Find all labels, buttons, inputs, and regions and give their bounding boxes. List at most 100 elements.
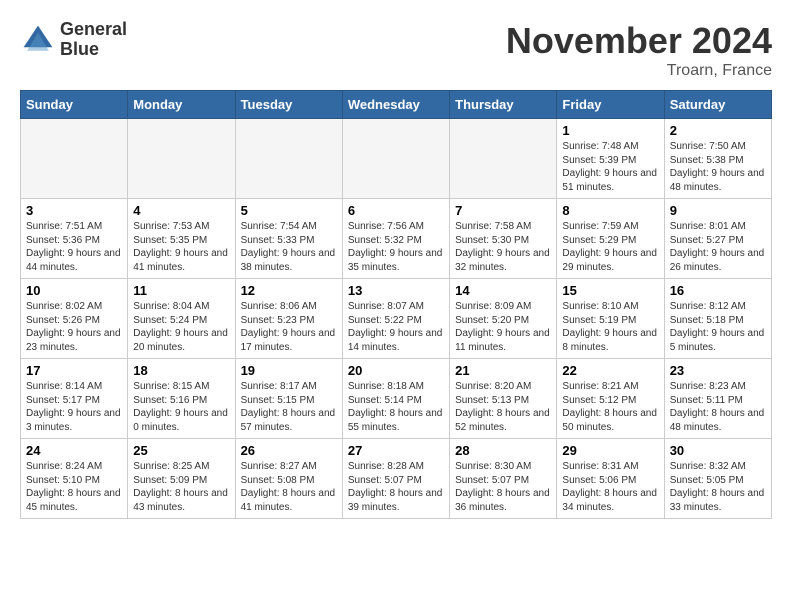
day-number: 15 — [562, 283, 658, 298]
day-number: 16 — [670, 283, 766, 298]
sunset: Sunset: 5:05 PM — [670, 475, 744, 486]
calendar-week-row: 10 Sunrise: 8:02 AM Sunset: 5:26 PM Dayligh… — [21, 279, 772, 359]
sunset: Sunset: 5:30 PM — [455, 235, 529, 246]
month-title: November 2024 — [506, 20, 772, 62]
daylight: Daylight: 9 hours and 23 minutes. — [26, 328, 121, 353]
weekday-header-sunday: Sunday — [21, 91, 128, 119]
day-info: Sunrise: 7:48 AMSunset: 5:39 PMDaylight:… — [562, 140, 658, 194]
daylight: Daylight: 9 hours and 38 minutes. — [241, 248, 336, 273]
day-info: Sunrise: 8:15 AMSunset: 5:16 PMDaylight:… — [133, 380, 229, 434]
day-number: 7 — [455, 203, 551, 218]
sunrise: Sunrise: 8:31 AM — [562, 461, 638, 472]
weekday-header-thursday: Thursday — [450, 91, 557, 119]
day-info: Sunrise: 7:56 AMSunset: 5:32 PMDaylight:… — [348, 220, 444, 274]
daylight: Daylight: 9 hours and 0 minutes. — [133, 408, 228, 433]
calendar-cell: 17 Sunrise: 8:14 AM Sunset: 5:17 PM Dayligh… — [21, 359, 128, 439]
daylight: Daylight: 8 hours and 50 minutes. — [562, 408, 657, 433]
daylight: Daylight: 9 hours and 11 minutes. — [455, 328, 550, 353]
sunset: Sunset: 5:20 PM — [455, 315, 529, 326]
day-number: 18 — [133, 363, 229, 378]
day-info: Sunrise: 8:31 AMSunset: 5:06 PMDaylight:… — [562, 460, 658, 514]
calendar-cell: 29Sunrise: 8:31 AMSunset: 5:06 PMDayligh… — [557, 439, 664, 519]
daylight: Daylight: 9 hours and 20 minutes. — [133, 328, 228, 353]
calendar-cell: 28Sunrise: 8:30 AMSunset: 5:07 PMDayligh… — [450, 439, 557, 519]
sunset: Sunset: 5:15 PM — [241, 395, 315, 406]
sunset: Sunset: 5:17 PM — [26, 395, 100, 406]
title-block: November 2024 Troarn, France — [506, 20, 772, 80]
sunrise: Sunrise: 8:01 AM — [670, 221, 746, 232]
weekday-header-wednesday: Wednesday — [342, 91, 449, 119]
day-number: 6 — [348, 203, 444, 218]
day-info: Sunrise: 8:18 AMSunset: 5:14 PMDaylight:… — [348, 380, 444, 434]
day-info: Sunrise: 8:12 AMSunset: 5:18 PMDaylight:… — [670, 300, 766, 354]
sunset: Sunset: 5:29 PM — [562, 235, 636, 246]
page-header: General Blue November 2024 Troarn, Franc… — [20, 20, 772, 80]
daylight: Daylight: 9 hours and 3 minutes. — [26, 408, 121, 433]
day-info: Sunrise: 8:04 AMSunset: 5:24 PMDaylight:… — [133, 300, 229, 354]
sunset: Sunset: 5:11 PM — [670, 395, 743, 406]
sunrise: Sunrise: 8:20 AM — [455, 381, 531, 392]
daylight: Daylight: 9 hours and 14 minutes. — [348, 328, 443, 353]
sunset: Sunset: 5:07 PM — [455, 475, 529, 486]
sunset: Sunset: 5:08 PM — [241, 475, 315, 486]
day-number: 30 — [670, 443, 766, 458]
sunrise: Sunrise: 8:02 AM — [26, 301, 102, 312]
day-number: 4 — [133, 203, 229, 218]
sunset: Sunset: 5:38 PM — [670, 155, 744, 166]
day-number: 12 — [241, 283, 337, 298]
sunset: Sunset: 5:23 PM — [241, 315, 315, 326]
day-number: 1 — [562, 123, 658, 138]
calendar-cell: 15Sunrise: 8:10 AMSunset: 5:19 PMDayligh… — [557, 279, 664, 359]
sunrise: Sunrise: 8:27 AM — [241, 461, 317, 472]
sunrise: Sunrise: 7:56 AM — [348, 221, 424, 232]
calendar-cell: 4Sunrise: 7:53 AMSunset: 5:35 PMDaylight… — [128, 199, 235, 279]
day-info: Sunrise: 8:32 AMSunset: 5:05 PMDaylight:… — [670, 460, 766, 514]
daylight: Daylight: 8 hours and 48 minutes. — [670, 408, 765, 433]
day-info: Sunrise: 8:20 AMSunset: 5:13 PMDaylight:… — [455, 380, 551, 434]
sunset: Sunset: 5:35 PM — [133, 235, 207, 246]
day-number: 10 — [26, 283, 122, 298]
day-number: 17 — [26, 363, 122, 378]
day-number: 11 — [133, 283, 229, 298]
day-info: Sunrise: 8:14 AM Sunset: 5:17 PM Daylight:… — [26, 380, 122, 434]
calendar-cell: 20 Sunrise: 8:18 AMSunset: 5:14 PMDayligh… — [342, 359, 449, 439]
day-number: 26 — [241, 443, 337, 458]
daylight: Daylight: 9 hours and 8 minutes. — [562, 328, 657, 353]
calendar-cell: 9Sunrise: 8:01 AMSunset: 5:27 PMDaylight… — [664, 199, 771, 279]
day-info: Sunrise: 8:02 AM Sunset: 5:26 PM Daylight:… — [26, 300, 122, 354]
day-number: 20 — [348, 363, 444, 378]
sunset: Sunset: 5:16 PM — [133, 395, 207, 406]
daylight: Daylight: 8 hours and 52 minutes. — [455, 408, 550, 433]
calendar-cell: 1 Sunrise: 7:48 AMSunset: 5:39 PMDaylight… — [557, 119, 664, 199]
daylight: Daylight: 8 hours and 55 minutes. — [348, 408, 443, 433]
calendar-cell — [342, 119, 449, 199]
daylight: Daylight: 9 hours and 41 minutes. — [133, 248, 228, 273]
sunset: Sunset: 5:39 PM — [562, 155, 636, 166]
day-number: 27 — [348, 443, 444, 458]
daylight: Daylight: 8 hours and 45 minutes. — [26, 488, 121, 513]
day-number: 2 — [670, 123, 766, 138]
sunrise: Sunrise: 8:18 AM — [348, 381, 424, 392]
day-number: 14 — [455, 283, 551, 298]
sunrise: Sunrise: 8:32 AM — [670, 461, 746, 472]
logo-text: General Blue — [60, 20, 127, 60]
daylight: Daylight: 9 hours and 35 minutes. — [348, 248, 443, 273]
day-info: Sunrise: 8:25 AMSunset: 5:09 PMDaylight:… — [133, 460, 229, 514]
daylight: Daylight: 9 hours and 32 minutes. — [455, 248, 550, 273]
calendar-cell: 25Sunrise: 8:25 AMSunset: 5:09 PMDayligh… — [128, 439, 235, 519]
daylight: Daylight: 8 hours and 41 minutes. — [241, 488, 336, 513]
day-info: Sunrise: 7:51 AMSunset: 5:36 PMDaylight:… — [26, 220, 122, 274]
calendar-week-row: 1 Sunrise: 7:48 AMSunset: 5:39 PMDaylight… — [21, 119, 772, 199]
daylight: Daylight: 9 hours and 5 minutes. — [670, 328, 765, 353]
day-info: Sunrise: 8:17 AMSunset: 5:15 PMDaylight:… — [241, 380, 337, 434]
calendar-cell: 8Sunrise: 7:59 AMSunset: 5:29 PMDaylight… — [557, 199, 664, 279]
calendar-cell: 14Sunrise: 8:09 AMSunset: 5:20 PMDayligh… — [450, 279, 557, 359]
calendar-week-row: 17 Sunrise: 8:14 AM Sunset: 5:17 PM Dayligh… — [21, 359, 772, 439]
day-number: 5 — [241, 203, 337, 218]
sunrise: Sunrise: 8:30 AM — [455, 461, 531, 472]
sunset: Sunset: 5:26 PM — [26, 315, 100, 326]
sunrise: Sunrise: 8:14 AM — [26, 381, 102, 392]
daylight: Daylight: 9 hours and 29 minutes. — [562, 248, 657, 273]
calendar-cell: 22Sunrise: 8:21 AMSunset: 5:12 PMDayligh… — [557, 359, 664, 439]
weekday-header-saturday: Saturday — [664, 91, 771, 119]
